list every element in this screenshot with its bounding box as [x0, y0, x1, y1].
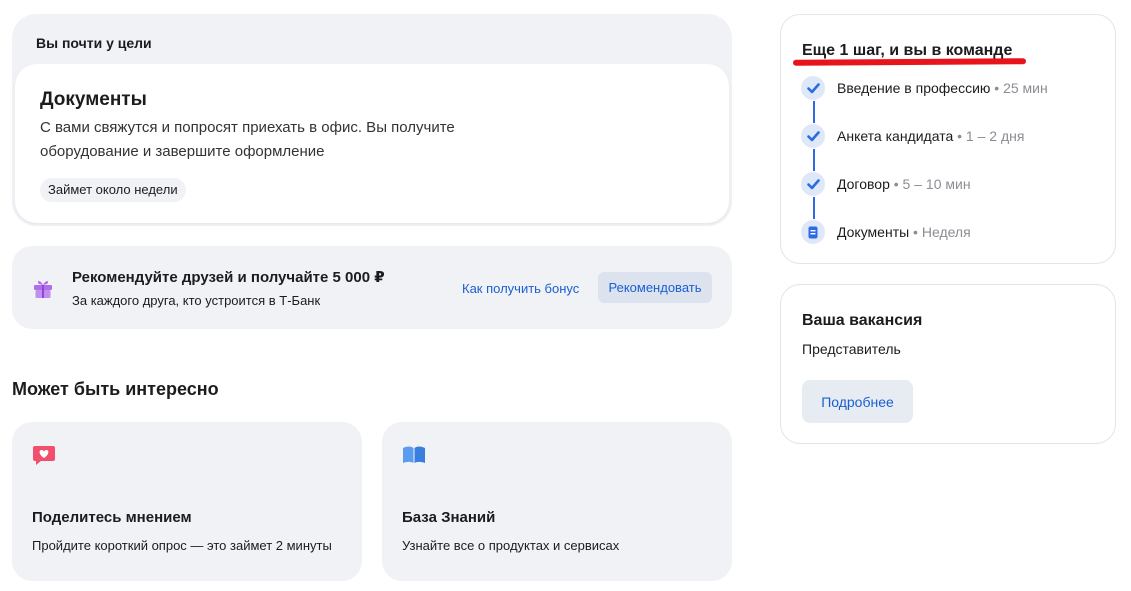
step-label: Анкета кандидата: [837, 128, 954, 144]
how-to-get-bonus-link[interactable]: Как получить бонус: [462, 281, 579, 296]
referral-subtitle: За каждого друга, кто устроится в Т-Банк: [72, 293, 321, 308]
step-label: Договор: [837, 176, 890, 192]
referral-title: Рекомендуйте друзей и получайте 5 000 ₽: [72, 269, 385, 286]
open-book-icon: [403, 446, 425, 463]
section-heading: Может быть интересно: [12, 379, 219, 399]
documents-heading: Документы: [40, 89, 147, 110]
checkmark-icon: [801, 76, 825, 100]
knowledge-base-title: База Знаний: [402, 509, 496, 526]
goal-title: Вы почти у цели: [36, 35, 152, 51]
vacancy-card: Ваша вакансия Представитель Подробнее: [780, 284, 1116, 444]
step-connector: [813, 197, 815, 219]
heart-chat-icon: [33, 446, 55, 465]
onboarding-steps-card: Еще 1 шаг, и вы в команде Введение в про…: [780, 14, 1116, 264]
step-connector: [813, 149, 815, 171]
goal-card: Вы почти у цели Документы С вами свяжутс…: [12, 14, 732, 226]
feedback-subtitle: Пройдите короткий опрос — это займет 2 м…: [32, 538, 332, 553]
documents-step-card: Документы С вами свяжутся и попросят при…: [15, 64, 729, 223]
checkmark-icon: [801, 124, 825, 148]
duration-chip: Займет около недели: [40, 178, 186, 202]
documents-description: С вами свяжутся и попросят приехать в оф…: [40, 119, 455, 160]
checkmark-icon: [801, 172, 825, 196]
recommend-button[interactable]: Рекомендовать: [598, 272, 712, 303]
referral-banner: Рекомендуйте друзей и получайте 5 000 ₽ …: [12, 246, 732, 329]
knowledge-base-card[interactable]: База Знаний Узнайте все о продуктах и се…: [382, 422, 732, 581]
step-meta: • 25 мин: [990, 80, 1048, 96]
document-icon: [801, 220, 825, 244]
step-meta: • Неделя: [909, 224, 971, 240]
steps-title: Еще 1 шаг, и вы в команде: [802, 42, 1013, 59]
step-meta: • 1 – 2 дня: [953, 128, 1025, 144]
step-connector: [813, 101, 815, 123]
feedback-title: Поделитесь мнением: [32, 509, 192, 526]
step-label: Документы: [837, 224, 910, 240]
details-button[interactable]: Подробнее: [802, 380, 913, 423]
knowledge-base-subtitle: Узнайте все о продуктах и сервисах: [402, 538, 620, 553]
step-label: Введение в профессию: [837, 80, 991, 96]
step-meta: • 5 – 10 мин: [889, 176, 971, 192]
gift-icon: [34, 281, 52, 298]
vacancy-role: Представитель: [802, 341, 901, 357]
feedback-card[interactable]: Поделитесь мнением Пройдите короткий опр…: [12, 422, 362, 581]
vacancy-title: Ваша вакансия: [802, 312, 923, 329]
